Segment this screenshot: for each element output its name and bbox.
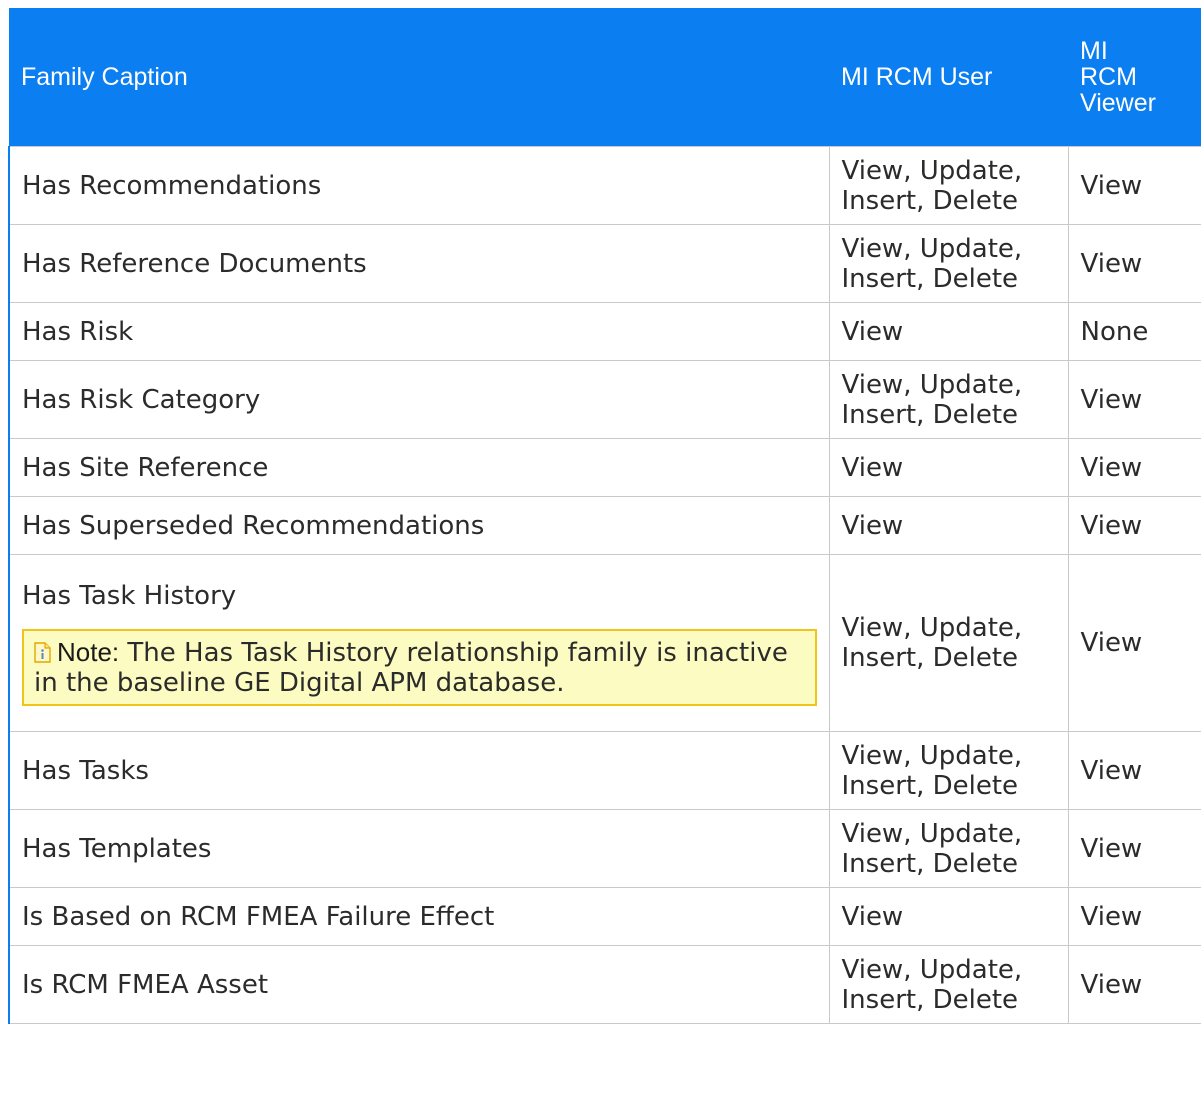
rcm-user-cell: View, Update, Insert, Delete — [828, 945, 1069, 1024]
rcm-user-cell: View — [828, 302, 1069, 361]
family-caption-cell: Is RCM FMEA Asset — [8, 945, 830, 1024]
rcm-viewer-cell: View — [1067, 360, 1201, 439]
rcm-user-cell: View, Update, Insert, Delete — [828, 360, 1069, 439]
family-caption-cell: Has Task History Note: The Has Task Hist… — [8, 554, 830, 732]
note-box: Note: The Has Task History relationship … — [22, 628, 817, 706]
header-family-caption: Family Caption — [9, 8, 829, 147]
rcm-user-cell: View — [828, 438, 1069, 497]
table-row: Has Task History Note: The Has Task Hist… — [8, 554, 1201, 732]
family-caption-cell: Has Tasks — [8, 731, 830, 810]
rcm-user-cell: View, Update, Insert, Delete — [828, 731, 1069, 810]
rcm-user-cell: View, Update, Insert, Delete — [828, 554, 1069, 732]
permissions-table: Family Caption MI RCM User MI RCM Viewer… — [8, 8, 1201, 1024]
family-caption-cell: Has Site Reference — [8, 438, 830, 497]
rcm-viewer-cell: View — [1067, 731, 1201, 810]
header-mi-rcm-user: MI RCM User — [829, 8, 1068, 147]
family-caption-cell: Is Based on RCM FMEA Failure Effect — [8, 887, 830, 946]
table-row: Is RCM FMEA Asset View, Update, Insert, … — [8, 945, 1201, 1024]
table-row: Has Templates View, Update, Insert, Dele… — [8, 809, 1201, 888]
family-caption-cell: Has Risk — [8, 302, 830, 361]
rcm-viewer-cell: View — [1067, 438, 1201, 497]
rcm-viewer-cell: View — [1067, 887, 1201, 946]
header-mi-rcm-viewer-label: MI RCM Viewer — [1080, 37, 1156, 117]
family-caption-cell: Has Risk Category — [8, 360, 830, 439]
family-caption-cell: Has Superseded Recommendations — [8, 496, 830, 555]
family-caption-text: Has Task History — [22, 580, 237, 611]
table-row: Has Reference Documents View, Update, In… — [8, 224, 1201, 303]
rcm-viewer-cell: None — [1067, 302, 1201, 361]
rcm-user-cell: View, Update, Insert, Delete — [828, 146, 1069, 225]
table-row: Is Based on RCM FMEA Failure Effect View… — [8, 887, 1201, 946]
rcm-viewer-cell: View — [1067, 146, 1201, 225]
rcm-user-cell: View — [828, 887, 1069, 946]
table-row: Has Risk View None — [8, 302, 1201, 361]
rcm-viewer-cell: View — [1067, 809, 1201, 888]
note-info-icon — [34, 640, 51, 663]
rcm-user-cell: View, Update, Insert, Delete — [828, 224, 1069, 303]
note-text: The Has Task History relationship family… — [34, 637, 788, 698]
note-label: Note: — [57, 636, 120, 667]
rcm-viewer-cell: View — [1067, 496, 1201, 555]
table-row: Has Risk Category View, Update, Insert, … — [8, 360, 1201, 439]
rcm-viewer-cell: View — [1067, 554, 1201, 732]
table-row: Has Superseded Recommendations View View — [8, 496, 1201, 555]
family-caption-cell: Has Templates — [8, 809, 830, 888]
table-row: Has Site Reference View View — [8, 438, 1201, 497]
family-caption-cell: Has Recommendations — [8, 146, 830, 225]
rcm-user-cell: View — [828, 496, 1069, 555]
table-row: Has Tasks View, Update, Insert, Delete V… — [8, 731, 1201, 810]
header-mi-rcm-viewer: MI RCM Viewer — [1068, 8, 1201, 147]
table-row: Has Recommendations View, Update, Insert… — [8, 146, 1201, 225]
rcm-viewer-cell: View — [1067, 224, 1201, 303]
family-caption-cell: Has Reference Documents — [8, 224, 830, 303]
rcm-viewer-cell: View — [1067, 945, 1201, 1024]
rcm-user-cell: View, Update, Insert, Delete — [828, 809, 1069, 888]
table-header-row: Family Caption MI RCM User MI RCM Viewer — [9, 8, 1201, 147]
